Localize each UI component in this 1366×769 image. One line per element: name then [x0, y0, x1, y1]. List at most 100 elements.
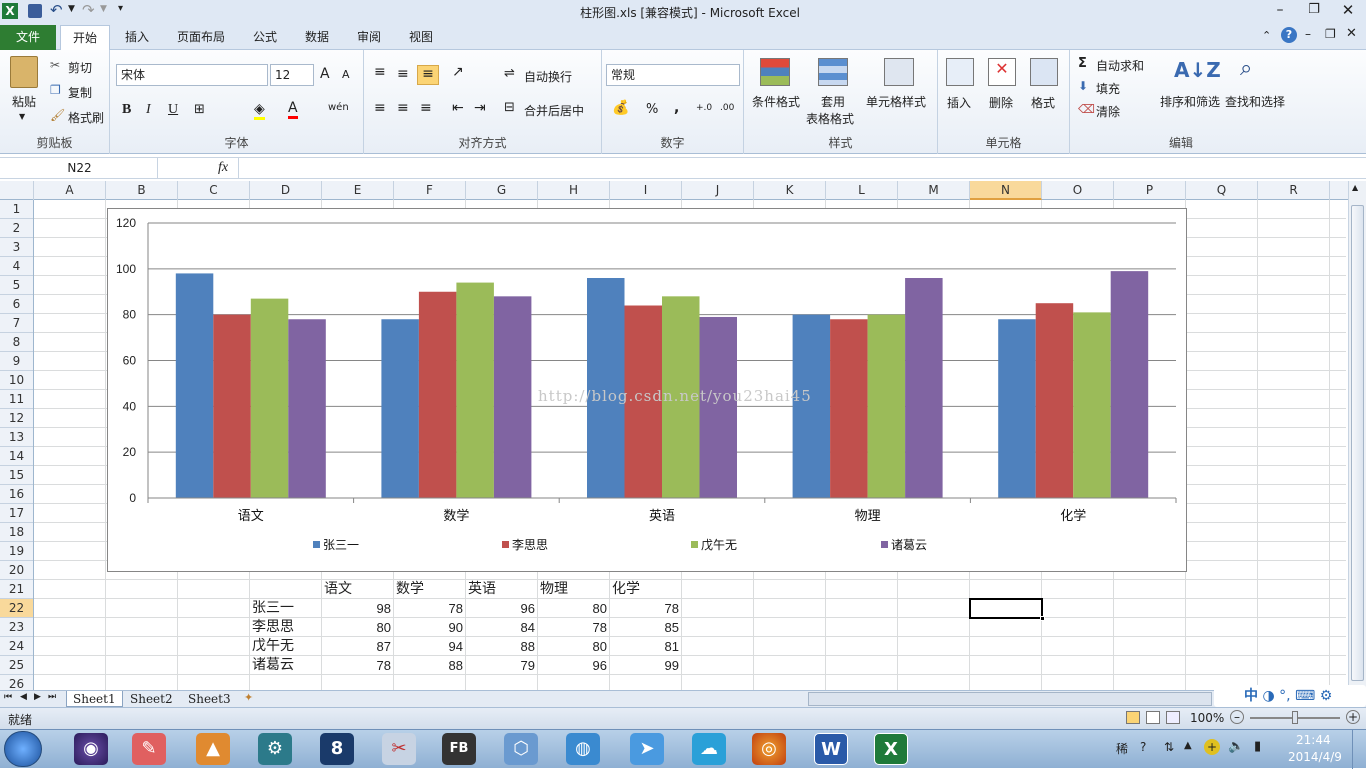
column-header-n[interactable]: N — [970, 181, 1042, 200]
italic-button[interactable]: I — [146, 102, 151, 118]
row-header-16[interactable]: 16 — [0, 485, 33, 504]
paste-icon[interactable] — [10, 56, 38, 88]
table-value-cell[interactable]: 80 — [540, 599, 610, 618]
restore-button[interactable]: ❐ — [1304, 2, 1324, 17]
row-header-11[interactable]: 11 — [0, 390, 33, 409]
column-header-h[interactable]: H — [538, 181, 610, 200]
format-cells-icon[interactable] — [1030, 58, 1058, 86]
phonetic-button[interactable]: wén — [328, 102, 349, 113]
row-header-25[interactable]: 25 — [0, 656, 33, 675]
ime-halfwidth-icon[interactable]: ◑ °, — [1262, 688, 1290, 704]
notes-app-icon[interactable]: ✎ — [132, 733, 166, 765]
format-as-table-icon[interactable] — [818, 58, 848, 86]
row-header-15[interactable]: 15 — [0, 466, 33, 485]
ime-toolbar[interactable]: 中 ◑ °, ⌨ ⚙ — [1214, 685, 1366, 707]
tab-formulas[interactable]: 公式 — [242, 25, 288, 50]
fx-icon[interactable]: fx — [218, 160, 228, 176]
table-value-cell[interactable]: 81 — [612, 637, 682, 656]
increase-indent-icon[interactable]: ⇥ — [474, 100, 486, 116]
find-select-button[interactable]: 查找和选择 — [1225, 93, 1285, 110]
table-value-cell[interactable]: 80 — [324, 618, 394, 637]
decrease-decimal-button[interactable]: .00 — [720, 103, 734, 113]
workbook-restore-button[interactable]: ❐ — [1325, 27, 1336, 41]
zoom-slider-thumb[interactable] — [1292, 711, 1298, 724]
column-header-m[interactable]: M — [898, 181, 970, 200]
tray-security-icon[interactable]: + — [1204, 739, 1220, 755]
fill-icon[interactable]: ⬇ — [1078, 79, 1088, 93]
percent-button[interactable]: % — [646, 102, 658, 117]
tab-file[interactable]: 文件 — [0, 25, 56, 50]
clear-icon[interactable]: ⌫ — [1078, 102, 1095, 116]
new-sheet-icon[interactable]: ✦ — [244, 691, 253, 704]
page-break-view-icon[interactable] — [1166, 711, 1180, 724]
tab-insert[interactable]: 插入 — [114, 25, 160, 50]
paste-button[interactable]: 粘贴 — [12, 93, 36, 110]
row-header-17[interactable]: 17 — [0, 504, 33, 523]
tools-app-icon[interactable]: ✂ — [382, 733, 416, 765]
fb-app-icon[interactable]: FB — [442, 733, 476, 765]
insert-cells-button[interactable]: 插入 — [947, 94, 971, 111]
column-header-d[interactable]: D — [250, 181, 322, 200]
settings-app-icon[interactable]: ⚙ — [258, 733, 292, 765]
excel-logo-icon[interactable]: X — [2, 3, 18, 19]
column-header-g[interactable]: G — [466, 181, 538, 200]
wrap-text-button[interactable]: 自动换行 — [524, 68, 572, 85]
tab-page-layout[interactable]: 页面布局 — [166, 25, 236, 50]
row-header-19[interactable]: 19 — [0, 542, 33, 561]
format-painter-icon[interactable]: 🖌 — [50, 108, 65, 122]
zoom-out-button[interactable]: – — [1230, 710, 1244, 724]
table-value-cell[interactable]: 78 — [324, 656, 394, 675]
autosum-icon[interactable]: Σ — [1078, 56, 1087, 71]
ime-settings-icon[interactable]: ⚙ — [1320, 688, 1333, 704]
row-header-12[interactable]: 12 — [0, 409, 33, 428]
matlab-icon[interactable]: ▲ — [196, 733, 230, 765]
tray-ime-icon[interactable]: 稀 — [1116, 740, 1128, 757]
align-middle-icon[interactable]: ≡ — [397, 66, 409, 82]
number-format-select[interactable]: 常规 — [606, 64, 740, 86]
delete-cells-button[interactable]: 删除 — [989, 94, 1013, 111]
underline-button[interactable]: U — [168, 102, 178, 118]
table-value-cell[interactable]: 98 — [324, 599, 394, 618]
font-name-select[interactable]: 宋体 — [116, 64, 268, 86]
column-header-r[interactable]: R — [1258, 181, 1330, 200]
sheet-tab-sheet3[interactable]: Sheet3 — [182, 691, 237, 707]
row-header-21[interactable]: 21 — [0, 580, 33, 599]
find-select-icon[interactable]: ⌕ — [1240, 56, 1252, 81]
table-value-cell[interactable]: 96 — [468, 599, 538, 618]
row-header-24[interactable]: 24 — [0, 637, 33, 656]
align-center-icon[interactable]: ≡ — [397, 100, 409, 116]
cell-styles-icon[interactable] — [884, 58, 914, 86]
merge-center-icon[interactable]: ⊟ — [504, 100, 515, 115]
table-value-cell[interactable]: 80 — [540, 637, 610, 656]
column-chart[interactable]: 0 20 40 60 80 100 120 语文 数学 英语 物理 化学 张三一 李思思 戊午无 诸葛云 htt… — [107, 208, 1187, 572]
column-header-q[interactable]: Q — [1186, 181, 1258, 200]
shrink-font-button[interactable]: A — [342, 68, 350, 81]
help-icon[interactable]: ? — [1281, 27, 1297, 43]
format-cells-button[interactable]: 格式 — [1031, 94, 1055, 111]
copy-icon[interactable]: ❐ — [50, 83, 61, 97]
tab-home[interactable]: 开始 — [60, 25, 110, 50]
app-8-icon[interactable]: 8 — [320, 733, 354, 765]
row-header-6[interactable]: 6 — [0, 295, 33, 314]
merge-center-button[interactable]: 合并后居中 — [524, 102, 584, 119]
align-bottom-icon[interactable]: ≡ — [417, 65, 439, 85]
fill-color-icon[interactable]: ◈ — [254, 101, 265, 120]
undo-dropdown-icon[interactable]: ▼ — [68, 4, 75, 14]
minimize-button[interactable]: – — [1270, 2, 1290, 18]
collapse-ribbon-icon[interactable]: ⌃ — [1262, 29, 1271, 42]
font-color-icon[interactable]: A — [288, 100, 298, 119]
last-sheet-icon[interactable]: ⏭ — [48, 692, 56, 702]
format-as-table-button[interactable]: 套用 — [821, 93, 845, 110]
close-button[interactable]: ✕ — [1338, 1, 1358, 19]
align-top-icon[interactable]: ≡ — [374, 64, 386, 80]
redo-dropdown-icon[interactable]: ▼ — [100, 4, 107, 14]
zoom-in-button[interactable]: + — [1346, 710, 1360, 724]
firefox-icon[interactable]: ◎ — [752, 733, 786, 765]
undo-icon[interactable]: ↶ — [50, 1, 63, 19]
tab-data[interactable]: 数据 — [294, 25, 340, 50]
column-header-e[interactable]: E — [322, 181, 394, 200]
copy-button[interactable]: 复制 — [68, 84, 92, 101]
comma-button[interactable]: , — [674, 100, 679, 116]
tab-view[interactable]: 视图 — [398, 25, 444, 50]
redo-icon[interactable]: ↷ — [82, 1, 95, 19]
